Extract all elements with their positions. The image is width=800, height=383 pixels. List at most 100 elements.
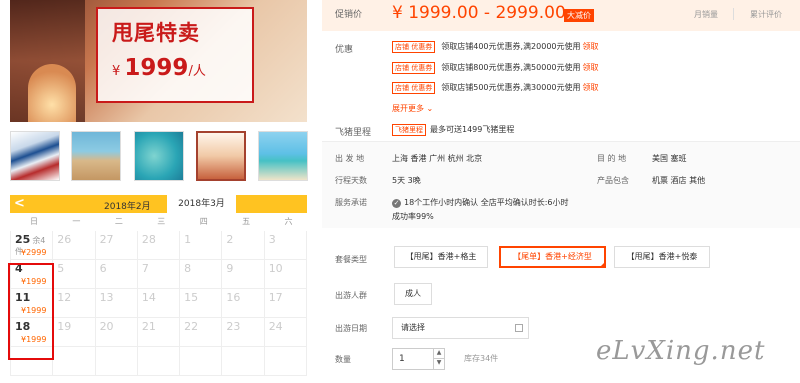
quantity-label: 数量 <box>335 355 351 364</box>
calendar-day-cell <box>222 347 265 376</box>
divider <box>733 8 734 20</box>
weekday-label: 五 <box>242 217 251 226</box>
calendar-day-cell: 12 <box>53 289 96 318</box>
day-number: 12 <box>57 291 72 304</box>
calendar-day-cell: 24 <box>264 318 307 347</box>
promo-price: ¥ 1999/人 <box>112 55 206 81</box>
calendar-day-cell <box>53 347 96 376</box>
destination-label: 目 的 地 <box>597 154 627 163</box>
claim-coupon-link[interactable]: 领取 <box>583 83 599 92</box>
calendar-day-cell: 20 <box>95 318 138 347</box>
beach-icon <box>72 132 120 180</box>
day-number: 26 <box>57 233 72 246</box>
day-number: 9 <box>226 262 234 275</box>
month-tab-prev[interactable]: 2018年2月 <box>104 199 151 212</box>
package-option-2-selected[interactable]: 【尾单】香港+经济型 <box>499 246 606 268</box>
traveler-option-adult[interactable]: 成人 <box>394 283 432 305</box>
promise-label: 服务承诺 <box>335 198 367 207</box>
package-label: 套餐类型 <box>335 255 367 264</box>
miles-info: 飞猪里程 最多可送1499飞猪里程 <box>392 124 514 136</box>
day-number: 3 <box>268 233 276 246</box>
weekday-label: 六 <box>284 217 293 226</box>
beach-icon <box>259 132 307 180</box>
thumbnail-strip <box>10 131 308 183</box>
day-number: 24 <box>268 320 283 333</box>
promise-line1: ✓ 18个工作小时内确认 全店平均确认时长:6小时 <box>392 198 569 208</box>
coupon-item: 店铺 优惠券 领取店铺500元优惠券,满30000元使用 领取 <box>392 82 599 94</box>
calendar-day-cell: 27 <box>95 231 138 260</box>
calendar-day-cell: 15 <box>180 289 223 318</box>
calendar-day-cell: 13 <box>95 289 138 318</box>
calendar-day-cell <box>264 347 307 376</box>
package-option-1[interactable]: 【甩尾】香港+格主 <box>394 246 488 268</box>
claim-coupon-link[interactable]: 领取 <box>583 63 599 72</box>
hero-banner: 甩尾特卖 ¥ 1999/人 <box>10 0 307 122</box>
thumbnail-5[interactable] <box>258 131 308 181</box>
sunset-glow <box>28 64 76 122</box>
calendar-day-cell: 19 <box>53 318 96 347</box>
calendar-day-cell: 28 <box>137 231 181 260</box>
miles-text: 最多可送1499飞猪里程 <box>430 125 515 134</box>
promo-title: 甩尾特卖 <box>112 21 200 45</box>
day-number: 14 <box>141 291 156 304</box>
calendar-week-row <box>10 347 307 376</box>
thumbnail-2[interactable] <box>71 131 121 181</box>
thumbnail-4-selected[interactable] <box>196 131 246 181</box>
stock-text: 库存34件 <box>464 354 499 363</box>
day-number: 22 <box>184 320 199 333</box>
quantity-stepper[interactable]: 1 ▲ ▼ <box>392 348 445 370</box>
price-bar: 促销价 ¥ 1999.00 - 2999.00 大减价 月销量 累计评价 <box>322 0 800 31</box>
flag-icon <box>11 132 59 180</box>
calendar-day-cell[interactable]: 25 余4件 ¥2999 <box>10 231 54 260</box>
day-number: 8 <box>184 262 192 275</box>
coupon-tag: 店铺 优惠券 <box>392 41 436 53</box>
reviews-label[interactable]: 累计评价 <box>750 9 782 20</box>
day-number: 28 <box>141 233 156 246</box>
date-label: 出游日期 <box>335 324 367 333</box>
expand-more-link[interactable]: 展开更多 ⌄ <box>392 103 433 114</box>
calendar-day-cell: 22 <box>180 318 223 347</box>
decrement-icon[interactable]: ▼ <box>433 359 444 369</box>
increment-icon[interactable]: ▲ <box>433 349 444 359</box>
package-option-3[interactable]: 【甩尾】香港+悦泰 <box>614 246 710 268</box>
calendar-day-cell: 21 <box>137 318 181 347</box>
month-tab-current[interactable]: 2018年3月 <box>167 195 236 213</box>
price-label: 促销价 <box>335 10 363 20</box>
thumbnail-1[interactable] <box>10 131 60 181</box>
miles-label: 飞猪里程 <box>335 128 372 138</box>
calendar-icon[interactable] <box>515 324 523 332</box>
date-field[interactable]: 请选择 <box>392 317 529 339</box>
day-number: 23 <box>226 320 241 333</box>
coupon-tag: 店铺 优惠券 <box>392 82 436 94</box>
sale-badge: 大减价 <box>564 9 594 22</box>
coupon-tag: 店铺 优惠券 <box>392 62 436 74</box>
day-number: 19 <box>57 320 72 333</box>
calendar-day-cell: 14 <box>137 289 181 318</box>
calendar-week-row: 25 余4件 ¥2999 26 27 28 1 2 3 <box>10 231 307 260</box>
coupon-text: 领取店铺500元优惠券,满30000元使用 <box>441 83 581 92</box>
calendar-day-cell: 6 <box>95 260 138 289</box>
claim-coupon-link[interactable]: 领取 <box>583 42 599 51</box>
promo-icon <box>198 133 244 179</box>
calendar-day-cell: 17 <box>264 289 307 318</box>
day-number: 25 <box>15 233 31 246</box>
quantity-value[interactable]: 1 <box>399 354 405 364</box>
thumbnail-3[interactable] <box>134 131 184 181</box>
calendar-day-cell <box>137 347 181 376</box>
coupon-text: 领取店铺400元优惠券,满20000元使用 <box>441 42 581 51</box>
calendar-grid: 25 余4件 ¥2999 26 27 28 1 2 3 4 ¥1999 5 6 7 8 9 10 11 ¥1999 1… <box>10 231 307 376</box>
chevron-left-icon[interactable]: < <box>14 196 25 211</box>
days-label: 行程天数 <box>335 176 367 185</box>
calendar-day-cell <box>95 347 138 376</box>
day-number: 15 <box>184 291 199 304</box>
trip-info: 出 发 地 上海 香港 广州 杭州 北京 目 的 地 美国 塞班 行程天数 5天… <box>322 141 800 228</box>
destination-cities: 美国 塞班 <box>652 154 687 163</box>
day-number: 2 <box>226 233 234 246</box>
coupon-text: 领取店铺800元优惠券,满50000元使用 <box>441 63 581 72</box>
day-number: 1 <box>184 233 192 246</box>
check-icon: ✓ <box>392 199 401 208</box>
right-panel: 促销价 ¥ 1999.00 - 2999.00 大减价 月销量 累计评价 优惠 … <box>322 0 800 383</box>
calendar-day-cell: 1 <box>180 231 223 260</box>
watermark: eLvXing.net <box>596 336 766 366</box>
selected-corner-icon <box>599 261 606 268</box>
